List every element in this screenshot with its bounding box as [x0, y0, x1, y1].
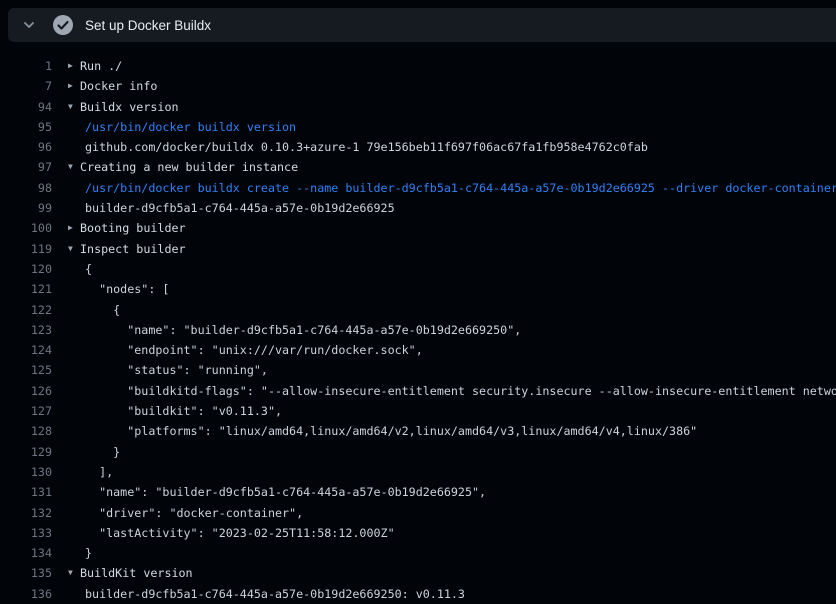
line-text: Docker info	[80, 76, 157, 96]
log-line: 120 {	[0, 259, 836, 279]
log-line: 124 "endpoint": "unix:///var/run/docker.…	[0, 340, 836, 360]
line-number[interactable]: 136	[0, 584, 52, 604]
log-line: 121 "nodes": [	[0, 279, 836, 299]
log-line: 98 /usr/bin/docker buildx create --name …	[0, 178, 836, 198]
group-toggle-icon[interactable]: ▼	[68, 157, 80, 177]
line-text: {	[85, 259, 92, 279]
line-number[interactable]: 131	[0, 482, 52, 502]
line-number[interactable]: 119	[0, 239, 52, 259]
line-text: "name": "builder-d9cfb5a1-c764-445a-a57e…	[85, 482, 486, 502]
line-text: "nodes": [	[85, 279, 169, 299]
group-toggle-icon[interactable]: ▼	[68, 97, 80, 117]
line-text: ],	[85, 462, 113, 482]
log-line: 1 ▶ Run ./	[0, 56, 836, 76]
line-text: builder-d9cfb5a1-c764-445a-a57e-0b19d2e6…	[85, 198, 395, 218]
line-text: "platforms": "linux/amd64,linux/amd64/v2…	[85, 421, 697, 441]
line-number[interactable]: 126	[0, 381, 52, 401]
step-header[interactable]: Set up Docker Buildx	[8, 8, 836, 42]
line-number[interactable]: 95	[0, 117, 52, 137]
log-line: 131 "name": "builder-d9cfb5a1-c764-445a-…	[0, 482, 836, 502]
line-text: "driver": "docker-container",	[85, 503, 303, 523]
group-toggle-icon[interactable]: ▶	[68, 218, 80, 238]
log-line: 130 ],	[0, 462, 836, 482]
line-number[interactable]: 130	[0, 462, 52, 482]
line-text: "status": "running",	[85, 360, 268, 380]
line-number[interactable]: 96	[0, 137, 52, 157]
line-number[interactable]: 133	[0, 523, 52, 543]
log-line: 135 ▼ BuildKit version	[0, 563, 836, 583]
line-text: /usr/bin/docker buildx version	[85, 117, 296, 137]
line-text: BuildKit version	[80, 563, 193, 583]
line-number[interactable]: 123	[0, 320, 52, 340]
log-line: 119 ▼ Inspect builder	[0, 239, 836, 259]
log-line: 132 "driver": "docker-container",	[0, 503, 836, 523]
line-text: Creating a new builder instance	[80, 157, 298, 177]
group-toggle-icon[interactable]: ▶	[68, 56, 80, 76]
log-line: 129 }	[0, 442, 836, 462]
log-line: 97 ▼ Creating a new builder instance	[0, 157, 836, 177]
group-toggle-icon[interactable]: ▼	[68, 563, 80, 583]
log-line: 95 /usr/bin/docker buildx version	[0, 117, 836, 137]
log-line: 128 "platforms": "linux/amd64,linux/amd6…	[0, 421, 836, 441]
line-number[interactable]: 125	[0, 360, 52, 380]
log-line: 94 ▼ Buildx version	[0, 97, 836, 117]
line-number[interactable]: 134	[0, 543, 52, 563]
line-number[interactable]: 129	[0, 442, 52, 462]
line-text: Booting builder	[80, 218, 186, 238]
line-number[interactable]: 1	[0, 56, 52, 76]
line-number[interactable]: 7	[0, 76, 52, 96]
check-circle-icon	[52, 14, 74, 36]
line-number[interactable]: 135	[0, 563, 52, 583]
line-number[interactable]: 122	[0, 300, 52, 320]
log-line: 134 }	[0, 543, 836, 563]
line-text: Inspect builder	[80, 239, 186, 259]
line-number[interactable]: 98	[0, 178, 52, 198]
log-line: 122 {	[0, 300, 836, 320]
line-text: }	[85, 543, 92, 563]
line-text: github.com/docker/buildx 0.10.3+azure-1 …	[85, 137, 648, 157]
line-text: "name": "builder-d9cfb5a1-c764-445a-a57e…	[85, 320, 521, 340]
line-number[interactable]: 94	[0, 97, 52, 117]
log-line: 7 ▶ Docker info	[0, 76, 836, 96]
log-line: 133 "lastActivity": "2023-02-25T11:58:12…	[0, 523, 836, 543]
line-text: Run ./	[80, 56, 122, 76]
log-line: 99 builder-d9cfb5a1-c764-445a-a57e-0b19d…	[0, 198, 836, 218]
line-number[interactable]: 100	[0, 218, 52, 238]
log-line: 123 "name": "builder-d9cfb5a1-c764-445a-…	[0, 320, 836, 340]
line-text: builder-d9cfb5a1-c764-445a-a57e-0b19d2e6…	[85, 584, 465, 604]
log-line: 126 "buildkitd-flags": "--allow-insecure…	[0, 381, 836, 401]
log-line: 127 "buildkit": "v0.11.3",	[0, 401, 836, 421]
line-number[interactable]: 128	[0, 421, 52, 441]
line-text: "buildkit": "v0.11.3",	[85, 401, 282, 421]
line-text: Buildx version	[80, 97, 179, 117]
line-number[interactable]: 121	[0, 279, 52, 299]
log-line: 100 ▶ Booting builder	[0, 218, 836, 238]
group-toggle-icon[interactable]: ▶	[68, 76, 80, 96]
line-text: "lastActivity": "2023-02-25T11:58:12.000…	[85, 523, 395, 543]
line-text: "buildkitd-flags": "--allow-insecure-ent…	[85, 381, 836, 401]
line-number[interactable]: 127	[0, 401, 52, 421]
line-number[interactable]: 132	[0, 503, 52, 523]
line-number[interactable]: 124	[0, 340, 52, 360]
log-area: 1 ▶ Run ./ 7 ▶ Docker info 94 ▼ Buildx v…	[0, 42, 836, 604]
line-text: {	[85, 300, 120, 320]
line-text: }	[85, 442, 120, 462]
line-number[interactable]: 97	[0, 157, 52, 177]
step-title: Set up Docker Buildx	[85, 18, 211, 33]
line-text: /usr/bin/docker buildx create --name bui…	[85, 178, 836, 198]
log-line: 96 github.com/docker/buildx 0.10.3+azure…	[0, 137, 836, 157]
log-line: 125 "status": "running",	[0, 360, 836, 380]
group-toggle-icon[interactable]: ▼	[68, 239, 80, 259]
chevron-down-icon[interactable]	[21, 17, 37, 33]
line-number[interactable]: 120	[0, 259, 52, 279]
line-number[interactable]: 99	[0, 198, 52, 218]
log-line: 136 builder-d9cfb5a1-c764-445a-a57e-0b19…	[0, 584, 836, 604]
line-text: "endpoint": "unix:///var/run/docker.sock…	[85, 340, 423, 360]
